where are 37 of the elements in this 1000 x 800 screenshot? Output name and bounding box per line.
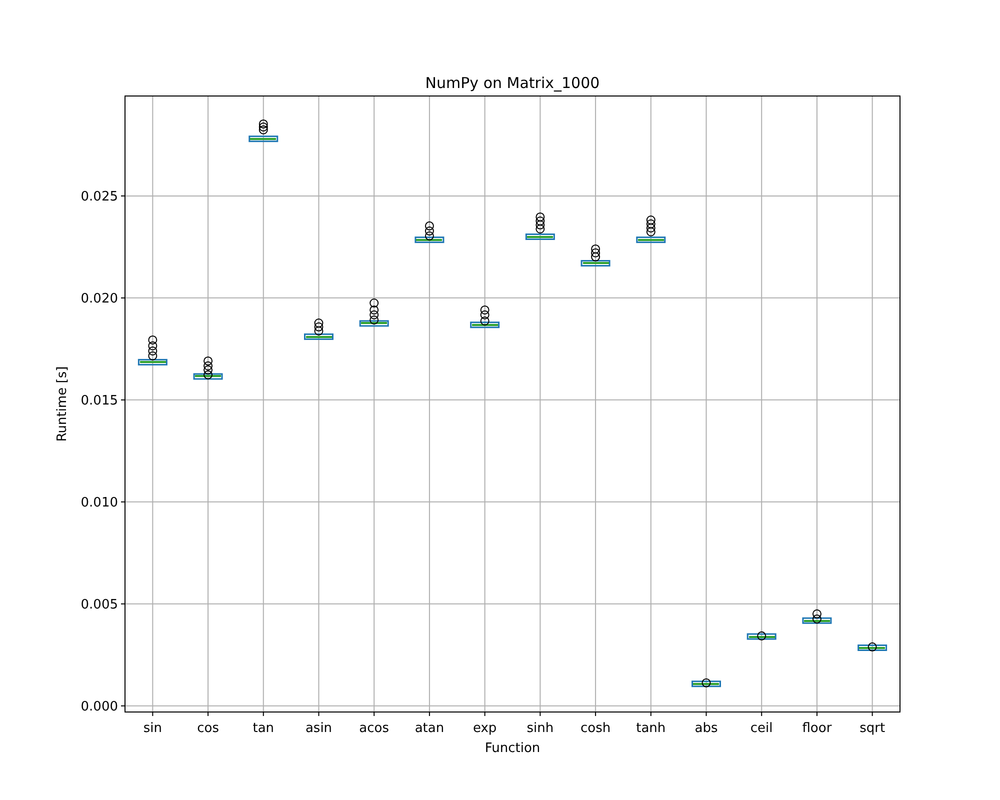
tick-label: 0.010 <box>80 495 118 510</box>
tick-label: sqrt <box>860 721 886 736</box>
axis-label: Runtime [s] <box>55 366 70 442</box>
box-plot-drawing <box>193 373 223 380</box>
tick-label: atan <box>414 721 444 736</box>
box-plot-drawing <box>304 333 334 340</box>
tick-label: 0.025 <box>80 189 118 204</box>
tick-label: 0.020 <box>80 291 118 306</box>
tick-label: sinh <box>526 721 554 736</box>
box-plot-drawing <box>802 617 832 624</box>
axis-label: Function <box>484 741 540 756</box>
box-plot-drawing <box>858 644 888 651</box>
tick-label: abs <box>694 721 718 736</box>
tick-label: tanh <box>636 721 666 736</box>
box-plot-drawing <box>692 680 721 688</box>
tick-label: cosh <box>580 721 611 736</box>
box-plot-drawing <box>248 136 278 142</box>
box-plot-drawing <box>359 320 389 327</box>
box-plot-drawing <box>525 234 555 240</box>
tick-label: ceil <box>750 721 773 736</box>
box-plot-drawing <box>580 260 610 266</box>
box-plot-drawing <box>636 236 666 244</box>
tick-label: asin <box>305 721 332 736</box>
tick-label: acos <box>359 721 390 736</box>
tick-label: 0.015 <box>80 393 118 408</box>
tick-label: exp <box>472 721 497 736</box>
box-plot-drawing <box>470 322 500 328</box>
tick-label: 0.000 <box>80 699 118 714</box>
box-plot-drawing <box>138 358 168 366</box>
tick-label: sin <box>143 721 162 736</box>
chart-title: NumPy on Matrix_1000 <box>425 74 600 92</box>
tick-label: floor <box>802 721 832 736</box>
box-plot-drawing <box>414 236 444 244</box>
tick-label: tan <box>252 721 274 736</box>
tick-label: cos <box>197 721 219 736</box>
tick-label: 0.005 <box>80 597 118 612</box>
box-plot-drawing <box>746 633 776 640</box>
